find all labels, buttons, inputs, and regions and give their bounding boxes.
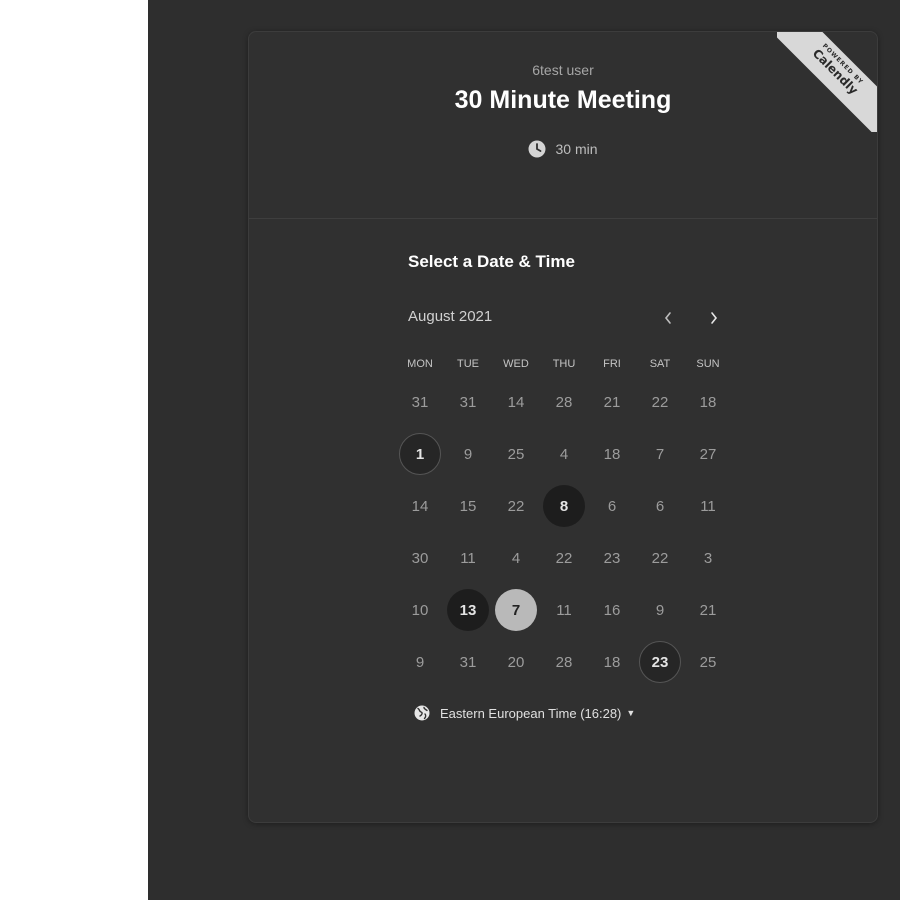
weekday-header: MON TUE WED THU FRI SAT SUN (396, 352, 732, 376)
clock-icon (528, 140, 546, 158)
calendar-day: 18 (603, 445, 621, 463)
weekday-label: SUN (696, 358, 720, 370)
chevron-right-icon (711, 312, 718, 324)
calendar-day: 27 (699, 445, 717, 463)
calendar-day: 21 (603, 393, 621, 411)
available-day-button[interactable]: 13 (444, 584, 492, 636)
caret-down-icon: ▼ (626, 708, 636, 718)
duration-label: 30 min (555, 141, 598, 157)
calendar-day: 11 (556, 601, 572, 619)
calendar-week: 31 31 14 28 21 22 18 (396, 376, 732, 428)
calendar-day: 22 (507, 497, 525, 515)
calendar-day: 10 (411, 601, 429, 619)
calendar-day: 28 (555, 393, 573, 411)
calendar-day: 15 (459, 497, 477, 515)
calendar-day: 7 (655, 445, 665, 463)
calendar-day: 31 (411, 393, 429, 411)
timezone-selector[interactable]: Eastern European Time (16:28) ▼ (414, 705, 635, 721)
calendar-day: 11 (700, 497, 716, 515)
calendar-day: 31 (459, 653, 477, 671)
calendar-grid: MON TUE WED THU FRI SAT SUN 31 31 14 28 … (396, 352, 732, 688)
calendar-day: 18 (603, 653, 621, 671)
available-day-button[interactable]: 8 (540, 480, 588, 532)
available-day-button[interactable]: 23 (636, 636, 684, 688)
calendar-day: 22 (555, 549, 573, 567)
calendar-day: 6 (655, 497, 665, 515)
calendar-week: 14 15 22 8 6 6 11 (396, 480, 732, 532)
globe-icon (414, 705, 430, 721)
event-duration: 30 min (249, 140, 877, 158)
calendar-day: 4 (559, 445, 569, 463)
calendar-day: 4 (511, 549, 521, 567)
calendar-day: 20 (507, 653, 525, 671)
picker-heading: Select a Date & Time (408, 252, 575, 271)
calendar-day: 9 (655, 601, 665, 619)
calendar-day: 9 (463, 445, 473, 463)
weekday-label: FRI (603, 358, 621, 370)
calendar-day: 14 (411, 497, 429, 515)
timezone-label: Eastern European Time (16:28) (440, 705, 622, 721)
month-label: August 2021 (408, 308, 493, 325)
calendar-day: 22 (651, 393, 669, 411)
calendar-week: 30 11 4 22 23 22 3 (396, 532, 732, 584)
calendar-day: 28 (555, 653, 573, 671)
chevron-left-icon (664, 312, 671, 324)
weekday-label: WED (503, 358, 529, 370)
booking-card: 6test user 30 Minute Meeting 30 min POWE… (248, 31, 878, 823)
calendar-day: 18 (699, 393, 717, 411)
weekday-label: THU (552, 358, 576, 370)
calendar-week: 1 9 25 4 18 7 27 (396, 428, 732, 480)
calendar-week: 9 31 20 28 18 23 25 (396, 636, 732, 688)
available-day-button[interactable]: 1 (396, 428, 444, 480)
month-navigation: August 2021 (408, 306, 724, 330)
calendar-day: 14 (507, 393, 525, 411)
weekday-label: SAT (649, 358, 671, 370)
calendar-day: 3 (703, 549, 713, 567)
calendar-day: 9 (415, 653, 425, 671)
selected-day-button[interactable]: 7 (492, 584, 540, 636)
previous-month-button[interactable] (656, 306, 680, 330)
calendar-day: 25 (699, 653, 717, 671)
next-month-button[interactable] (702, 306, 726, 330)
calendar-day: 22 (651, 549, 669, 567)
calendar-day: 23 (603, 549, 621, 567)
calendar-day: 6 (607, 497, 617, 515)
weekday-label: MON (407, 358, 433, 370)
calendar-day: 21 (699, 601, 717, 619)
calendar-day: 31 (459, 393, 477, 411)
calendar-week: 10 13 7 11 16 9 21 (396, 584, 732, 636)
calendar-day: 11 (460, 549, 476, 567)
calendar-day: 30 (411, 549, 429, 567)
calendar-day: 25 (507, 445, 525, 463)
calendar-day: 16 (603, 601, 621, 619)
weekday-label: TUE (457, 358, 479, 370)
powered-by-ribbon[interactable]: POWERED BY Calendly (777, 32, 877, 132)
